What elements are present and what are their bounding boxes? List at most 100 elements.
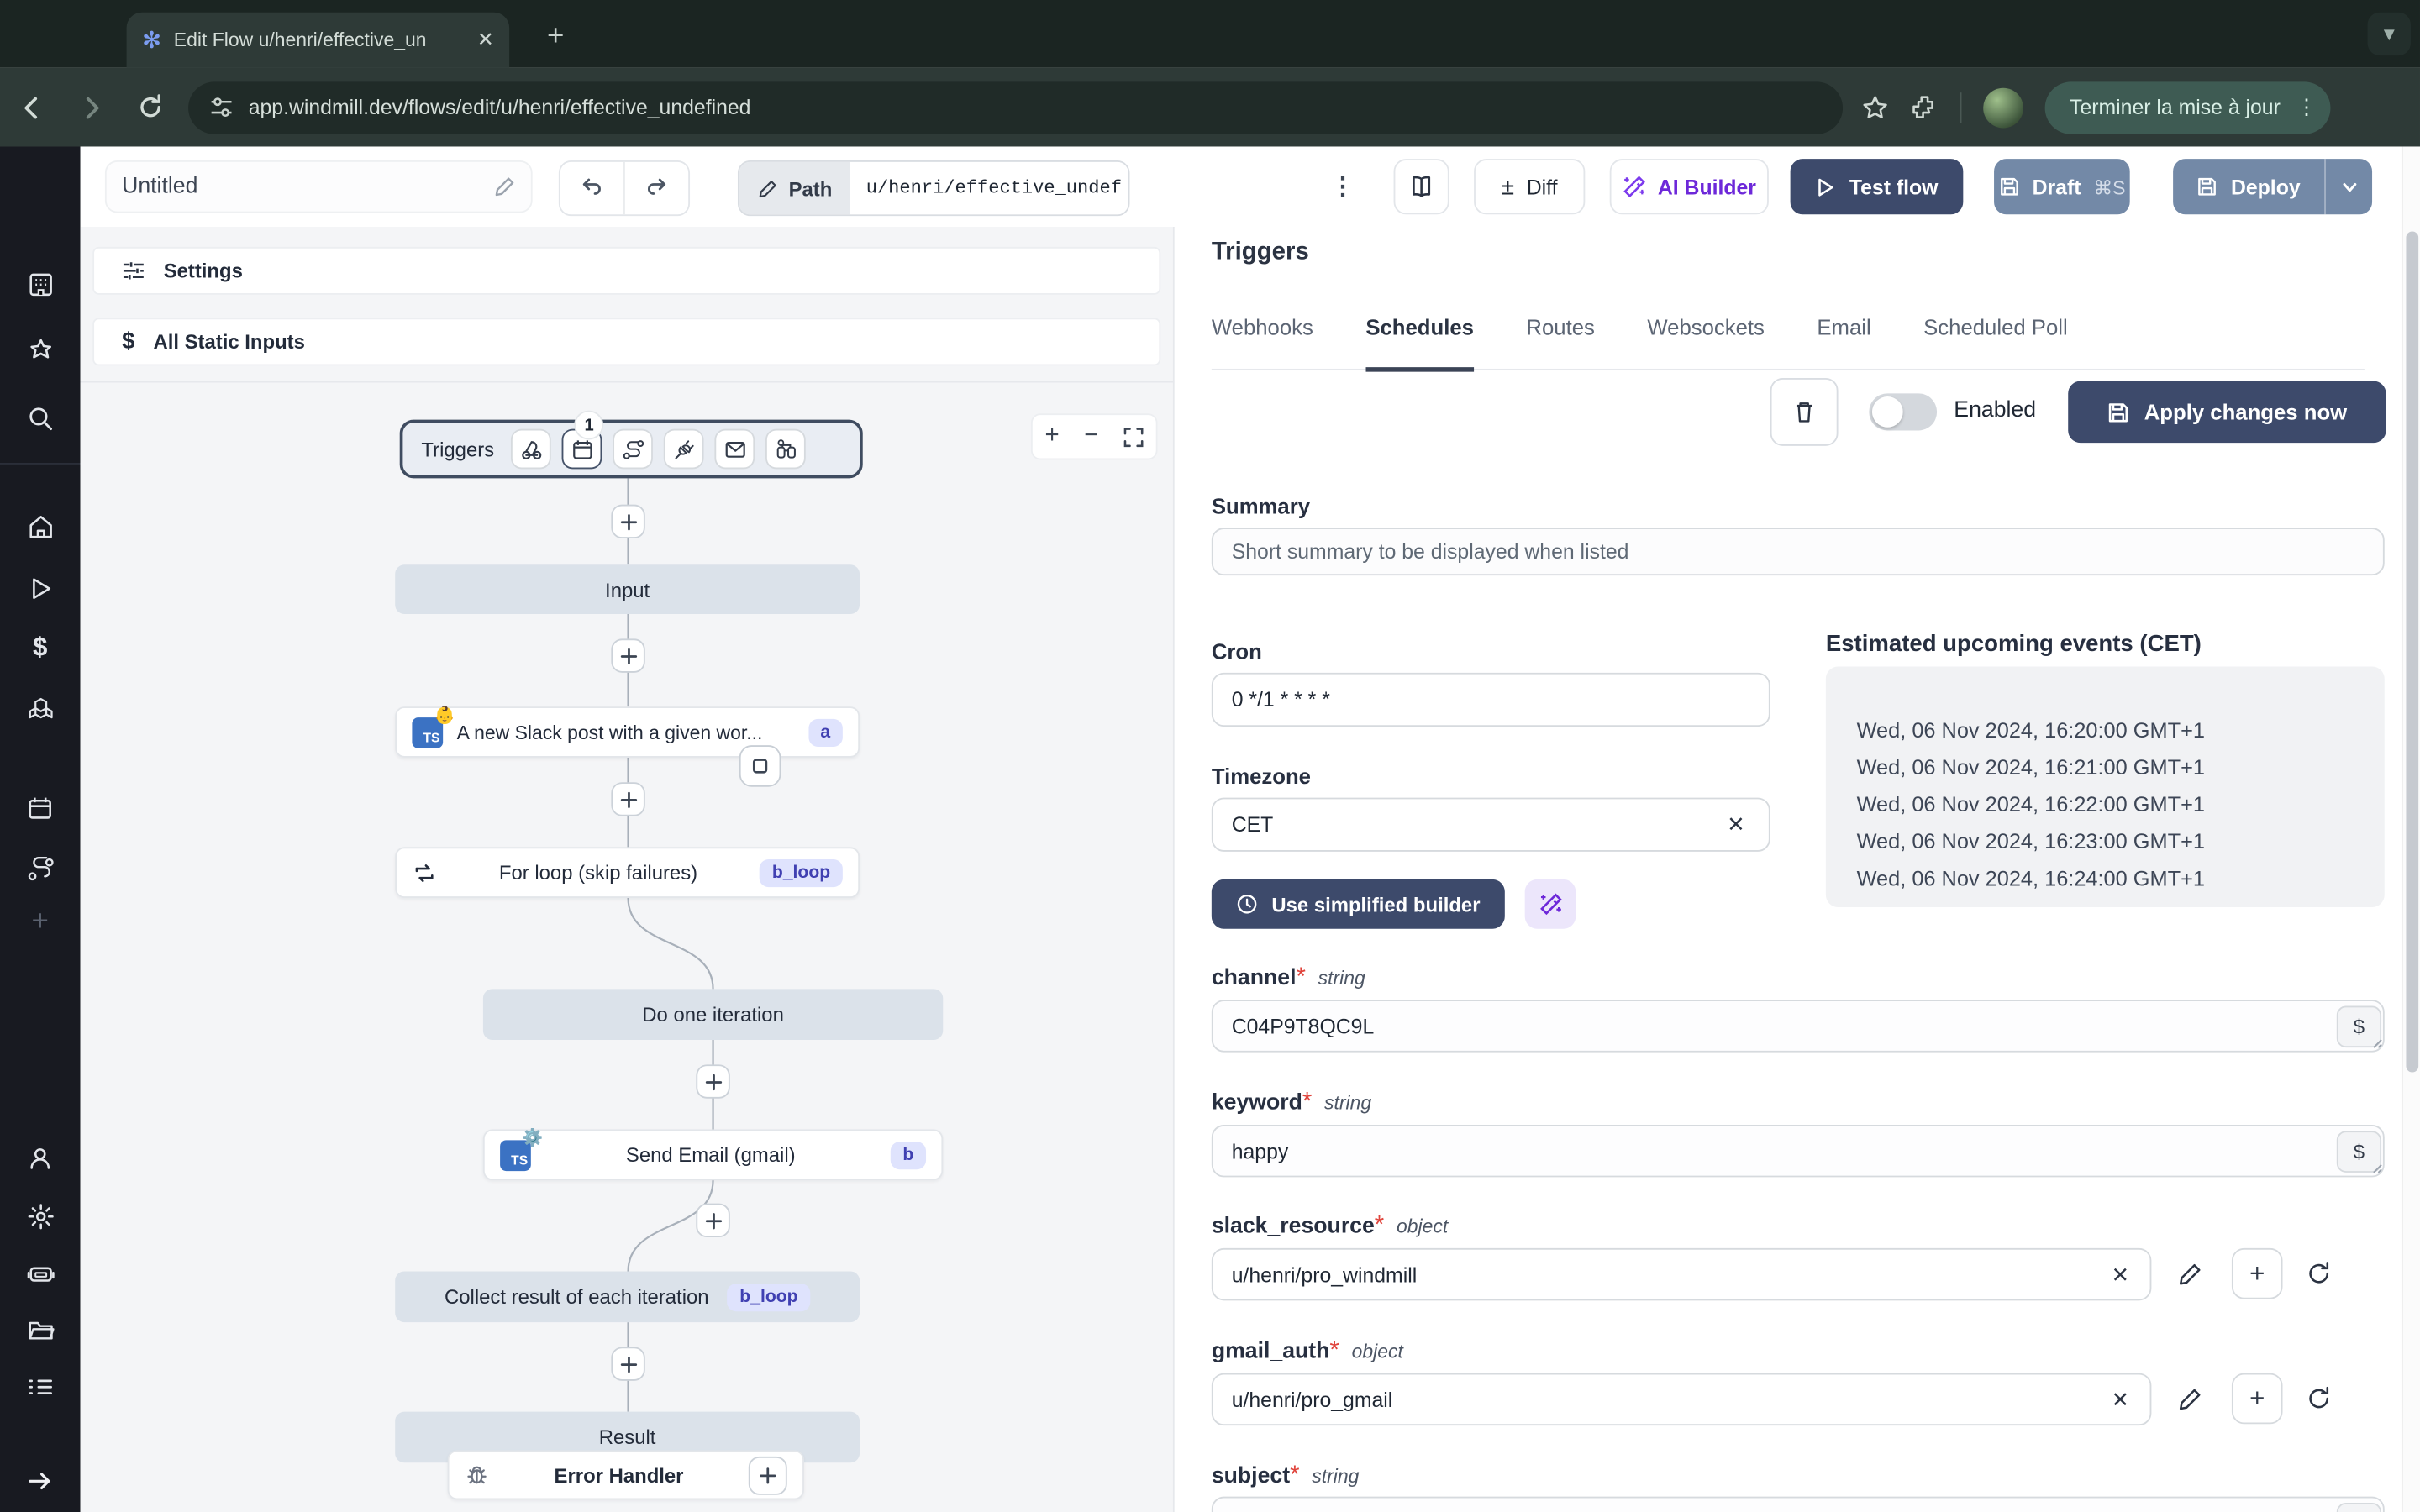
summary-input[interactable] xyxy=(1211,528,2385,576)
tab-websockets[interactable]: Websockets xyxy=(1647,315,1765,369)
sidebar-runs-icon[interactable] xyxy=(0,564,81,611)
refresh-gmail-auth-icon[interactable] xyxy=(2306,1385,2332,1411)
websocket-trigger-icon[interactable] xyxy=(664,428,704,470)
sidebar-users-icon[interactable] xyxy=(0,1136,81,1182)
new-tab-button[interactable]: + xyxy=(534,15,577,58)
simplified-builder-button[interactable]: Use simplified builder xyxy=(1211,879,1505,929)
sidebar-folders-icon[interactable] xyxy=(0,1307,81,1353)
flow-name-box[interactable]: Untitled xyxy=(104,160,533,213)
tab-routes[interactable]: Routes xyxy=(1526,315,1594,369)
clear-timezone-icon[interactable]: ✕ xyxy=(1727,811,1745,837)
path-input[interactable]: u/henri/effective_undef xyxy=(850,161,1128,215)
add-gmail-auth-button[interactable]: + xyxy=(2231,1373,2283,1425)
sidebar-expand-icon[interactable] xyxy=(0,1458,81,1504)
do-one-iteration-node[interactable]: Do one iteration xyxy=(482,989,944,1040)
edit-gmail-auth-icon[interactable] xyxy=(2178,1387,2202,1411)
refresh-slack-resource-icon[interactable] xyxy=(2306,1261,2332,1287)
delete-schedule-button[interactable] xyxy=(1770,377,1839,446)
add-error-handler-button[interactable] xyxy=(748,1455,787,1494)
sidebar-schedules-icon[interactable] xyxy=(0,785,81,832)
send-email-node[interactable]: TS ⚙️ Send Email (gmail) b xyxy=(482,1129,944,1181)
schedule-trigger-icon[interactable]: 1 xyxy=(561,410,604,470)
cron-input[interactable] xyxy=(1211,672,1770,727)
zoom-out-icon[interactable]: − xyxy=(1084,423,1098,450)
subject-input[interactable] xyxy=(1211,1496,2385,1512)
route-trigger-icon[interactable] xyxy=(613,428,654,470)
sidebar-add-icon[interactable]: + xyxy=(0,900,81,946)
back-icon[interactable] xyxy=(6,81,58,133)
flow-settings-row[interactable]: Settings xyxy=(92,246,1161,295)
tab-search-chevron-icon[interactable]: ▼ xyxy=(2367,12,2411,56)
slack-step-node[interactable]: TS 👶 A new Slack post with a given wor...… xyxy=(395,706,860,758)
sidebar-workspace-icon[interactable] xyxy=(0,260,81,307)
timezone-input[interactable] xyxy=(1211,797,1770,852)
browser-tab[interactable]: ✻ Edit Flow u/henri/effective_un ✕ xyxy=(126,12,510,68)
tab-email[interactable]: Email xyxy=(1817,315,1870,369)
triggers-node[interactable]: Triggers 1 xyxy=(399,410,863,479)
resize-grip-icon[interactable] xyxy=(2372,1038,2383,1049)
sidebar-routes-icon[interactable] xyxy=(0,846,81,892)
add-step-button[interactable] xyxy=(696,1203,730,1238)
add-step-button[interactable] xyxy=(611,1347,645,1381)
apply-changes-button[interactable]: Apply changes now xyxy=(2068,381,2386,444)
forward-icon[interactable] xyxy=(65,81,117,133)
reload-icon[interactable] xyxy=(124,81,176,133)
resize-grip-icon[interactable] xyxy=(2372,1163,2383,1174)
for-loop-node[interactable]: For loop (skip failures) b_loop xyxy=(395,847,860,898)
clear-gmail-auth-icon[interactable]: ✕ xyxy=(2112,1387,2130,1413)
slack-resource-input[interactable] xyxy=(1211,1247,2152,1301)
undo-button[interactable] xyxy=(560,161,625,215)
site-settings-icon[interactable] xyxy=(210,96,234,119)
tab-webhooks[interactable]: Webhooks xyxy=(1212,315,1313,369)
sidebar-search-icon[interactable] xyxy=(0,395,81,441)
clear-slack-resource-icon[interactable]: ✕ xyxy=(2112,1262,2130,1288)
panel-scrollbar[interactable] xyxy=(2401,146,2420,1512)
add-step-button[interactable] xyxy=(611,782,645,816)
scrollbar-thumb[interactable] xyxy=(2406,231,2419,1073)
tab-scheduled-poll[interactable]: Scheduled Poll xyxy=(1923,315,2068,369)
sidebar-home-icon[interactable] xyxy=(0,503,81,549)
edit-name-pencil-icon[interactable] xyxy=(494,176,516,197)
docs-button[interactable] xyxy=(1393,159,1449,215)
subject-insert-variable-button[interactable]: $ xyxy=(2336,1502,2382,1512)
add-step-button[interactable] xyxy=(611,638,645,673)
browser-menu-icon[interactable]: ⋮ xyxy=(2296,96,2317,118)
keyword-input[interactable] xyxy=(1211,1124,2385,1178)
scheduled-poll-trigger-icon[interactable] xyxy=(765,428,807,470)
deploy-dropdown-button[interactable] xyxy=(2326,178,2372,195)
toolbar-more-menu[interactable]: ⋮ xyxy=(1328,162,1359,212)
channel-input[interactable] xyxy=(1211,1000,2385,1053)
browser-update-button[interactable]: Terminer la mise à jour ⋮ xyxy=(2044,81,2330,134)
draft-button[interactable]: Draft ⌘S xyxy=(1994,159,2130,215)
tab-close-icon[interactable]: ✕ xyxy=(477,28,494,52)
enabled-toggle[interactable] xyxy=(1869,393,1938,431)
zoom-in-icon[interactable]: + xyxy=(1045,423,1060,450)
extensions-icon[interactable] xyxy=(1911,93,1939,121)
input-node[interactable]: Input xyxy=(395,564,860,615)
early-stop-button[interactable] xyxy=(739,745,781,787)
sidebar-variables-icon[interactable]: $ xyxy=(0,625,81,671)
add-slack-resource-button[interactable]: + xyxy=(2231,1247,2283,1299)
all-static-inputs-row[interactable]: $ All Static Inputs xyxy=(92,318,1161,366)
error-handler-node[interactable]: Error Handler xyxy=(447,1450,804,1500)
sidebar-workers-icon[interactable] xyxy=(0,1250,81,1296)
url-bar[interactable]: app.windmill.dev/flows/edit/u/henri/effe… xyxy=(188,81,1844,134)
test-flow-button[interactable]: Test flow xyxy=(1790,159,1964,215)
gmail-auth-input[interactable] xyxy=(1211,1373,2152,1426)
redo-button[interactable] xyxy=(625,162,688,214)
ai-builder-button[interactable]: AI Builder xyxy=(1609,159,1769,215)
bookmark-star-icon[interactable] xyxy=(1861,93,1889,121)
email-trigger-icon[interactable] xyxy=(714,428,755,470)
webhook-trigger-icon[interactable] xyxy=(511,428,552,470)
sidebar-settings-icon[interactable] xyxy=(0,1193,81,1239)
deploy-button[interactable]: Deploy xyxy=(2173,175,2324,198)
sidebar-favorites-icon[interactable] xyxy=(0,327,81,373)
sidebar-resources-icon[interactable] xyxy=(0,686,81,732)
add-step-button[interactable] xyxy=(611,504,645,539)
add-step-button[interactable] xyxy=(696,1064,730,1099)
fit-view-icon[interactable] xyxy=(1123,427,1144,447)
ai-cron-button[interactable] xyxy=(1524,879,1576,929)
sidebar-logs-icon[interactable] xyxy=(0,1364,81,1410)
edit-slack-resource-icon[interactable] xyxy=(2178,1262,2202,1286)
profile-avatar[interactable] xyxy=(1983,87,2023,128)
